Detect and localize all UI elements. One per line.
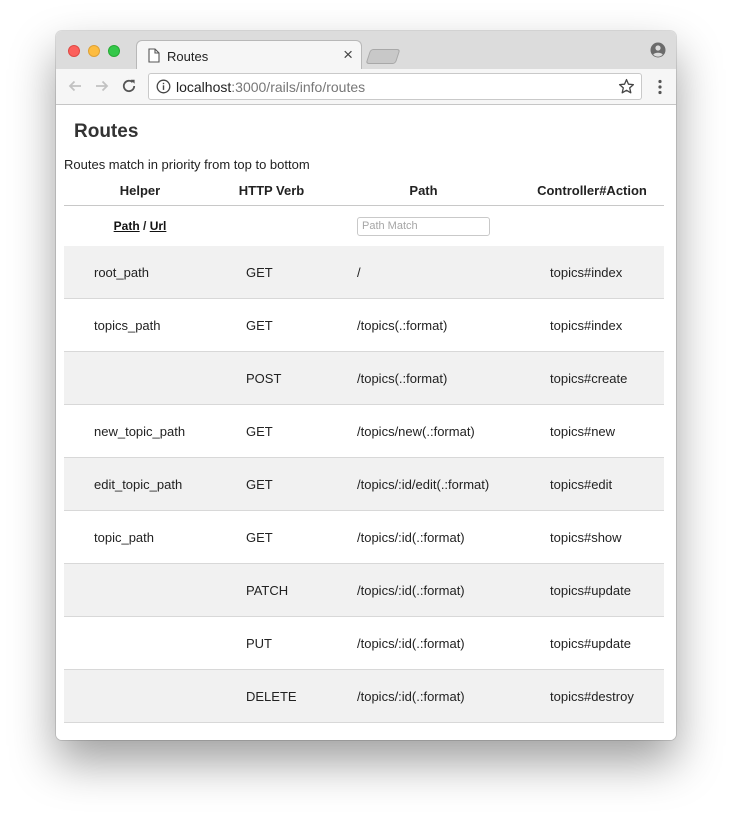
route-controller-action-cell: topics#update (520, 616, 664, 670)
close-window-button[interactable] (68, 45, 80, 57)
route-verb-cell: PATCH (216, 563, 327, 617)
route-helper-cell: root_path (64, 246, 216, 299)
route-verb-cell: GET (216, 246, 327, 299)
address-bar[interactable]: localhost:3000/rails/info/routes (148, 73, 642, 100)
back-arrow-icon[interactable] (66, 77, 84, 100)
tab-title: Routes (167, 49, 209, 64)
kebab-menu-icon[interactable] (658, 79, 662, 100)
close-icon[interactable]: × (343, 45, 353, 64)
route-path-cell: /topics/:id(.:format) (327, 563, 520, 617)
url-text: localhost:3000/rails/info/routes (176, 79, 366, 95)
table-row: topic_path GET/topics/:id(.:format) topics… (64, 510, 664, 564)
path-url-toggle: Path / Url (64, 206, 216, 247)
document-icon (148, 48, 160, 68)
filter-verb-cell (216, 206, 327, 247)
route-helper-cell (64, 616, 216, 670)
browser-window: Routes × localhost:3000/rails/info/route… (56, 31, 676, 740)
table-row: new_topic_path GET/topics/new(.:format) to… (64, 404, 664, 458)
route-helper-cell (64, 563, 216, 617)
route-verb-cell: POST (216, 351, 327, 405)
minimize-window-button[interactable] (88, 45, 100, 57)
column-header-controller-action: Controller#Action (520, 183, 664, 206)
title-bar: Routes × (56, 31, 676, 70)
forward-arrow-icon[interactable] (93, 77, 111, 100)
route-helper-cell (64, 669, 216, 723)
profile-icon[interactable] (650, 42, 666, 63)
route-controller-action-cell: topics#create (520, 351, 664, 405)
route-path-cell: /topics/:id(.:format) (327, 669, 520, 723)
route-verb-cell: PUT (216, 616, 327, 670)
star-icon[interactable] (618, 78, 635, 100)
table-row: edit_topic_path GET/topics/:id/edit(.:for… (64, 457, 664, 511)
column-header-path: Path (327, 183, 520, 206)
route-helper-cell: new_topic_path (64, 404, 216, 458)
filter-row: Path / Url (64, 206, 664, 247)
route-verb-cell: DELETE (216, 669, 327, 723)
route-helper-cell: topic_path (64, 510, 216, 564)
route-path-cell: /topics(.:format) (327, 298, 520, 352)
route-path-cell: /topics(.:format) (327, 351, 520, 405)
route-path-cell: /topics/:id(.:format) (327, 616, 520, 670)
path-match-search-input[interactable] (357, 216, 490, 236)
route-verb-cell: GET (216, 457, 327, 511)
url-toggle-link[interactable]: Url (150, 219, 167, 233)
route-controller-action-cell: topics#destroy (520, 669, 664, 723)
route-path-cell: /topics/:id/edit(.:format) (327, 457, 520, 511)
zoom-window-button[interactable] (108, 45, 120, 57)
route-controller-action-cell: topics#index (520, 246, 664, 299)
page-title: Routes (74, 121, 139, 142)
routes-table: Helper HTTP Verb Path Controller#Action … (64, 183, 664, 723)
reload-icon[interactable] (120, 77, 138, 100)
route-path-cell: /topics/new(.:format) (327, 404, 520, 458)
route-controller-action-cell: topics#index (520, 298, 664, 352)
table-row: PUT/topics/:id(.:format) topics#update (64, 616, 664, 670)
browser-toolbar: localhost:3000/rails/info/routes (56, 69, 676, 105)
page-content: Routes Routes match in priority from top… (56, 105, 676, 740)
route-path-cell: /topics/:id(.:format) (327, 510, 520, 564)
route-path-cell: / (327, 246, 520, 299)
route-helper-cell (64, 351, 216, 405)
filter-path-cell (327, 206, 520, 247)
route-rows: root_path GET / topics#index topics_path GET /… (64, 246, 664, 723)
table-row: topics_path GET/topics(.:format) topics#in… (64, 298, 664, 352)
route-controller-action-cell: topics#new (520, 404, 664, 458)
route-verb-cell: GET (216, 510, 327, 564)
route-verb-cell: GET (216, 404, 327, 458)
info-icon[interactable] (156, 79, 171, 99)
route-controller-action-cell: topics#edit (520, 457, 664, 511)
new-tab-button[interactable] (365, 49, 401, 64)
column-header-helper: Helper (64, 183, 216, 206)
table-row: PATCH/topics/:id(.:format) topics#update (64, 563, 664, 617)
route-helper-cell: edit_topic_path (64, 457, 216, 511)
tab-routes[interactable]: Routes × (136, 40, 362, 70)
page-subtitle: Routes match in priority from top to bot… (64, 157, 310, 172)
route-controller-action-cell: topics#update (520, 563, 664, 617)
table-row: POST/topics(.:format) topics#create (64, 351, 664, 405)
table-row: DELETE/topics/:id(.:format) topics#destro… (64, 669, 664, 723)
table-row: root_path GET / topics#index (64, 246, 664, 299)
route-verb-cell: GET (216, 298, 327, 352)
route-controller-action-cell: topics#show (520, 510, 664, 564)
path-url-separator: / (143, 219, 147, 233)
column-header-verb: HTTP Verb (216, 183, 327, 206)
path-toggle-link[interactable]: Path (114, 219, 140, 233)
route-helper-cell: topics_path (64, 298, 216, 352)
table-header-row: Helper HTTP Verb Path Controller#Action (64, 183, 664, 206)
filter-ctrl-cell (520, 206, 664, 247)
